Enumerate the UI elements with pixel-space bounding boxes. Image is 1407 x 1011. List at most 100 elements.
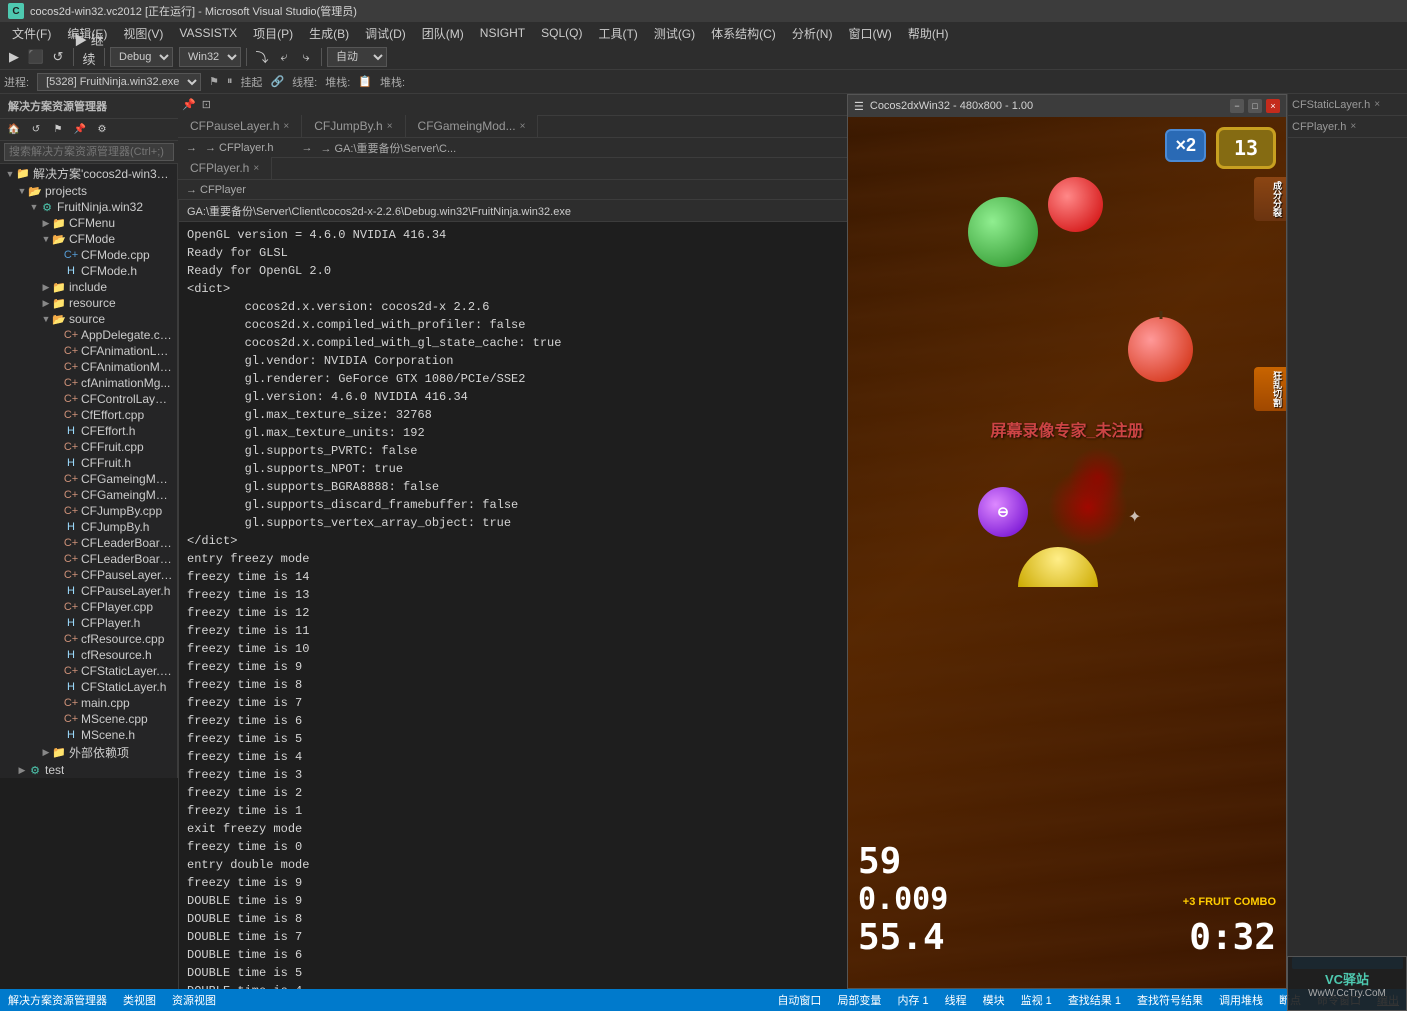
sidebar-item-external[interactable]: ▶ 📁 外部依赖项 — [0, 743, 177, 762]
close-icon-2[interactable]: × — [1350, 121, 1356, 132]
sidebar-item-solution[interactable]: ▼ 📁 解决方案'cocos2d-win32.vc2012'(2个项目) — [0, 164, 177, 183]
maximize-btn[interactable]: □ — [1248, 99, 1262, 113]
sidebar-item-cfstatic-cpp[interactable]: C+ CFStaticLayer.cp... — [0, 663, 177, 679]
status-locals[interactable]: 局部变量 — [837, 992, 881, 1008]
sidebar-item-cfgaming2[interactable]: C+ CFGameingMod... — [0, 487, 177, 503]
minimize-btn[interactable]: − — [1230, 99, 1244, 113]
status-find-symbol[interactable]: 查找符号结果 — [1137, 992, 1203, 1008]
sidebar-item-cfmode[interactable]: ▼ 📂 CFMode — [0, 231, 177, 247]
console-output[interactable]: OpenGL version = 4.6.0 NVIDIA 416.34Read… — [179, 222, 847, 989]
toolbar-btn-1[interactable]: ▶ — [4, 47, 24, 67]
sidebar-pin-btn[interactable]: 📌 — [70, 120, 90, 140]
sidebar-item-fruitninja[interactable]: ▼ ⚙ FruitNinja.win32 — [0, 199, 177, 215]
sidebar-item-cfjumpby-h[interactable]: H CFJumpBy.h — [0, 519, 177, 535]
status-class-view[interactable]: 类视图 — [123, 992, 156, 1008]
sidebar-item-cfeffort-cpp[interactable]: C+ CfEffort.cpp — [0, 407, 177, 423]
menu-build[interactable]: 生成(B) — [301, 23, 357, 44]
sidebar-item-cfmode-cpp[interactable]: C+ CFMode.cpp — [0, 247, 177, 263]
sidebar-item-cfplayer-h[interactable]: H CFPlayer.h — [0, 615, 177, 631]
sidebar-item-cfleader1[interactable]: C+ CFLeaderBoard... — [0, 535, 177, 551]
sidebar-item-resource[interactable]: ▶ 📁 resource — [0, 295, 177, 311]
sidebar-item-appdelegate[interactable]: C+ AppDelegate.cpp — [0, 327, 177, 343]
menu-view[interactable]: 视图(V) — [115, 23, 171, 44]
close-icon[interactable]: × — [520, 121, 526, 132]
toolbar-continue[interactable]: ▶ 继续(C)▼ — [79, 47, 99, 67]
sidebar-item-source[interactable]: ▼ 📂 source — [0, 311, 177, 327]
sidebar-properties-btn[interactable]: ⚙ — [92, 120, 112, 140]
menu-project[interactable]: 项目(P) — [245, 23, 301, 44]
toolbar-btn-pause[interactable]: ⏸ — [227, 75, 233, 88]
step-out-btn[interactable]: ⤷ — [296, 47, 316, 67]
sidebar-item-cfpause-h[interactable]: H CFPauseLayer.h — [0, 583, 177, 599]
sidebar-item-cfleader2[interactable]: C+ CFLeaderBoard... — [0, 551, 177, 567]
status-auto-window[interactable]: 自动窗口 — [777, 992, 821, 1008]
menu-debug[interactable]: 调试(D) — [357, 23, 414, 44]
menu-team[interactable]: 团队(M) — [414, 23, 472, 44]
sidebar-home-btn[interactable]: 🏠 — [4, 120, 24, 140]
sidebar-refresh-btn[interactable]: ↺ — [26, 120, 46, 140]
sidebar-item-main[interactable]: C+ main.cpp — [0, 695, 177, 711]
sidebar-item-cffruit-h[interactable]: H CFFruit.h — [0, 455, 177, 471]
menu-window[interactable]: 窗口(W) — [840, 23, 899, 44]
tab-cfpauselayer[interactable]: CFPauseLayer.h × — [178, 115, 302, 137]
status-thread[interactable]: 线程 — [945, 992, 967, 1008]
status-memory[interactable]: 内存 1 — [897, 992, 928, 1008]
close-icon[interactable]: × — [387, 121, 393, 132]
sidebar-item-cfplayer-cpp[interactable]: C+ CFPlayer.cpp — [0, 599, 177, 615]
sidebar-item-cfpause-cpp[interactable]: C+ CFPauseLayer.c... — [0, 567, 177, 583]
menu-vassistx[interactable]: VASSISTX — [171, 24, 245, 42]
sidebar-item-cfgaming1[interactable]: C+ CFGameingMod... — [0, 471, 177, 487]
sidebar-item-mscene-h[interactable]: H MScene.h — [0, 727, 177, 743]
step-into-btn[interactable]: ⤶ — [274, 47, 294, 67]
menu-test[interactable]: 测试(G) — [646, 23, 703, 44]
step-over-btn[interactable]: ⤵ — [252, 47, 272, 67]
sidebar-item-cfresource-cpp[interactable]: C+ cfResource.cpp — [0, 631, 177, 647]
sidebar-item-cfmenu[interactable]: ▶ 📁 CFMenu — [0, 215, 177, 231]
tab-cfgaming[interactable]: CFGameingMod... × — [406, 115, 539, 137]
toolbar-btn-threads[interactable]: 🔗 — [270, 75, 284, 88]
sidebar-item-test[interactable]: ▶ ⚙ test — [0, 762, 177, 778]
sidebar-item-cfstatic-h[interactable]: H CFStaticLayer.h — [0, 679, 177, 695]
debug-dropdown[interactable]: Debug — [110, 47, 173, 67]
sidebar-item-cffruit-cpp[interactable]: C+ CFFruit.cpp — [0, 439, 177, 455]
sidebar-item-projects[interactable]: ▼ 📂 projects — [0, 183, 177, 199]
sidebar-item-cfeffort-h[interactable]: H CFEffort.h — [0, 423, 177, 439]
game-menu-icon[interactable]: ☰ — [854, 100, 864, 113]
sidebar-item-cfjumpby-cpp[interactable]: C+ CFJumpBy.cpp — [0, 503, 177, 519]
toolbar-btn-3[interactable]: ↺ — [48, 47, 68, 67]
menu-arch[interactable]: 体系结构(C) — [703, 23, 784, 44]
process-dropdown[interactable]: [5328] FruitNinja.win32.exe — [37, 73, 201, 91]
tab-cfjumpby[interactable]: CFJumpBy.h × — [302, 115, 405, 137]
menu-file[interactable]: 文件(F) — [4, 23, 59, 44]
close-btn[interactable]: × — [1266, 99, 1280, 113]
menu-analyze[interactable]: 分析(N) — [784, 23, 841, 44]
sidebar-item-cfcontrol[interactable]: C+ CFControlLayer... — [0, 391, 177, 407]
sidebar-item-cfresource-h[interactable]: H cfResource.h — [0, 647, 177, 663]
close-icon[interactable]: × — [283, 121, 289, 132]
sidebar-item-cfmode-h[interactable]: H CFMode.h — [0, 263, 177, 279]
sidebar-item-include[interactable]: ▶ 📁 include — [0, 279, 177, 295]
menu-nsight[interactable]: NSIGHT — [472, 24, 533, 42]
toolbar-btn-2[interactable]: ⬛ — [26, 47, 46, 67]
status-find-results[interactable]: 查找结果 1 — [1068, 992, 1121, 1008]
status-modules[interactable]: 模块 — [983, 992, 1005, 1008]
status-resource-view[interactable]: 资源视图 — [172, 992, 216, 1008]
sidebar-item-cfanimmg[interactable]: C+ CFAnimationMg... — [0, 359, 177, 375]
sidebar-item-mscene-cpp[interactable]: C+ MScene.cpp — [0, 711, 177, 727]
sidebar-item-cfanimlay[interactable]: C+ CFAnimationLay... — [0, 343, 177, 359]
close-icon[interactable]: × — [253, 163, 259, 174]
status-watch[interactable]: 监视 1 — [1021, 992, 1052, 1008]
menu-tools[interactable]: 工具(T) — [590, 23, 645, 44]
sidebar-search-input[interactable] — [4, 143, 174, 161]
toolbar-btn-stack[interactable]: 📋 — [358, 75, 372, 88]
platform-dropdown[interactable]: Win32 — [179, 47, 241, 67]
sidebar-filter-btn[interactable]: ⚑ — [48, 120, 68, 140]
sidebar-item-cfanimmg2[interactable]: C+ cfAnimationMg... — [0, 375, 177, 391]
toolbar-btn-filter[interactable]: ⚑ — [209, 75, 219, 88]
status-solution-explorer[interactable]: 解决方案资源管理器 — [8, 992, 107, 1008]
tab-cfplayer[interactable]: CFPlayer.h × — [178, 157, 272, 179]
menu-help[interactable]: 帮助(H) — [900, 23, 957, 44]
close-icon[interactable]: × — [1374, 99, 1380, 110]
auto-dropdown[interactable]: 自动 — [327, 47, 387, 67]
menu-sql[interactable]: SQL(Q) — [533, 24, 590, 42]
